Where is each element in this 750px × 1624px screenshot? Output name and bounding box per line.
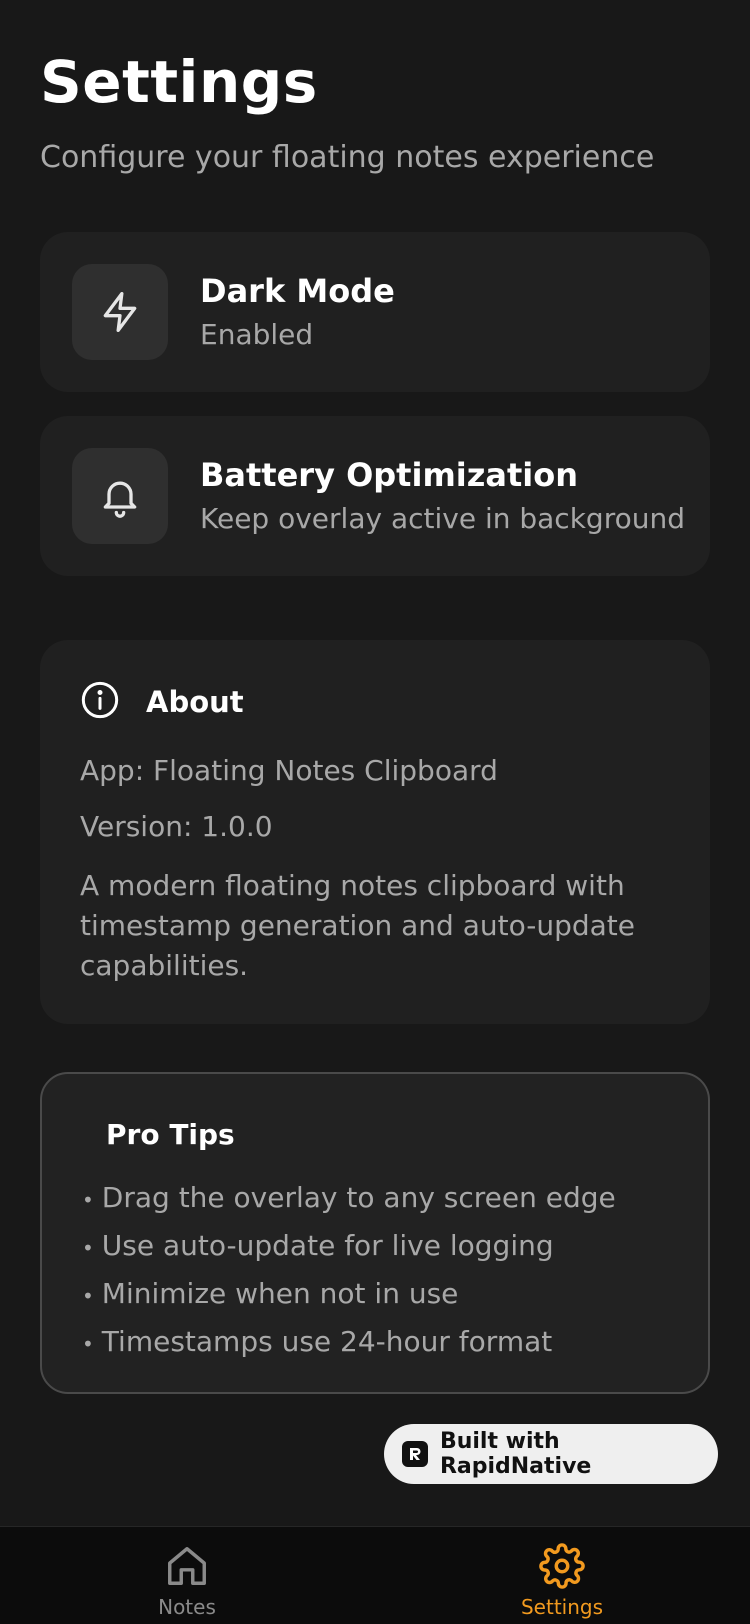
pro-tips-title: Pro Tips: [106, 1118, 235, 1151]
tip-item: • Minimize when not in use: [82, 1270, 616, 1318]
about-header: About: [80, 680, 244, 724]
tab-notes[interactable]: Notes: [87, 1527, 287, 1624]
tab-settings[interactable]: Settings: [462, 1527, 662, 1624]
pro-tips-list: • Drag the overlay to any screen edge • Us…: [82, 1174, 616, 1366]
setting-dark-mode[interactable]: Dark Mode Enabled: [40, 232, 710, 392]
tip-text: Use auto-update for live logging: [101, 1229, 554, 1262]
setting-battery-optimization[interactable]: Battery Optimization Keep overlay active…: [40, 416, 710, 576]
gear-icon: [539, 1543, 585, 1591]
bell-icon: [72, 448, 168, 544]
bottom-tab-bar: Notes Settings: [0, 1526, 750, 1624]
tip-text: Timestamps use 24-hour format: [101, 1325, 553, 1358]
setting-title: Battery Optimization: [200, 456, 578, 494]
info-icon: [80, 680, 120, 724]
setting-title: Dark Mode: [200, 272, 395, 310]
page-subtitle: Configure your floating notes experience: [40, 140, 655, 175]
tip-item: • Drag the overlay to any screen edge: [82, 1174, 616, 1222]
settings-screen: Settings Configure your floating notes e…: [0, 0, 750, 1624]
tip-bullet: •: [82, 1284, 94, 1308]
tab-settings-label: Settings: [520, 1595, 604, 1619]
setting-subtitle: Keep overlay active in background: [200, 502, 685, 535]
tip-bullet: •: [82, 1188, 94, 1212]
about-version: Version: 1.0.0: [80, 810, 273, 843]
about-app-name: App: Floating Notes Clipboard: [80, 754, 498, 787]
built-with-rapidnative-button[interactable]: Built with RapidNative: [384, 1424, 718, 1484]
tip-bullet: •: [82, 1332, 94, 1356]
built-with-label: Built with RapidNative: [439, 1429, 592, 1479]
about-description: A modern floating notes clipboard with t…: [80, 869, 635, 982]
lightning-icon: [72, 264, 168, 360]
about-title: About: [146, 685, 244, 719]
pro-tips-card: Pro Tips • Drag the overlay to any screen…: [40, 1072, 710, 1394]
tip-item: • Use auto-update for live logging: [82, 1222, 616, 1270]
tip-bullet: •: [82, 1236, 94, 1260]
tip-text: Minimize when not in use: [101, 1277, 459, 1310]
home-icon: [164, 1543, 210, 1591]
tab-notes-label: Notes: [158, 1595, 216, 1619]
tip-item: • Timestamps use 24-hour format: [82, 1318, 616, 1366]
rapidnative-logo-icon: [402, 1441, 428, 1467]
setting-subtitle: Enabled: [200, 318, 314, 351]
page-title: Settings: [40, 48, 318, 116]
tip-text: Drag the overlay to any screen edge: [101, 1181, 616, 1214]
about-card: About App: Floating Notes Clipboard Vers…: [40, 640, 710, 1024]
